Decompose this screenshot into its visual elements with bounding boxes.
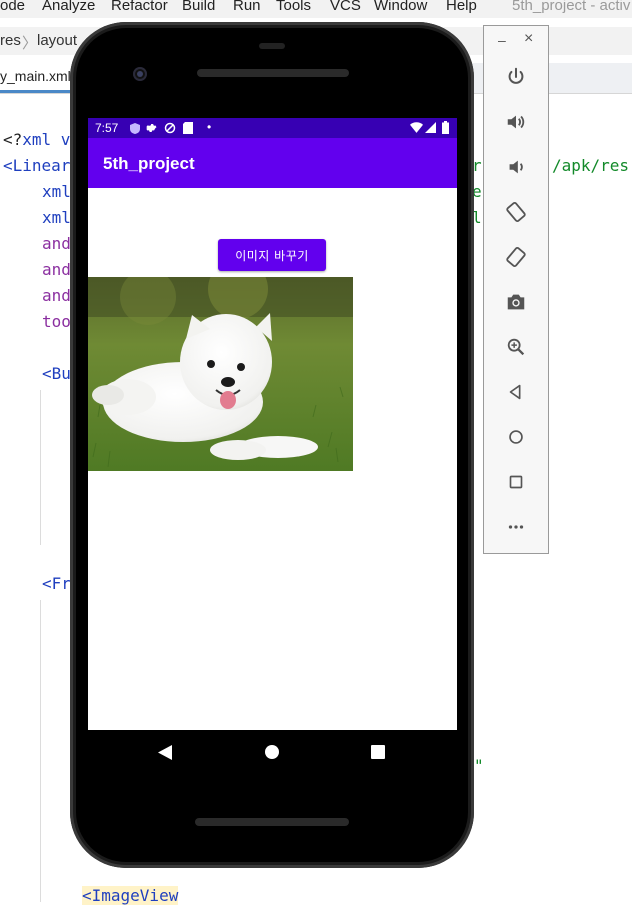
change-image-button[interactable]: 이미지 바꾸기: [218, 239, 326, 271]
menu-build[interactable]: Build: [182, 0, 215, 14]
menu-code[interactable]: ode: [0, 0, 25, 14]
battery-icon: [442, 121, 449, 134]
camera-icon[interactable]: [500, 286, 532, 318]
phone-speaker-bottom: [195, 818, 349, 826]
menu-window[interactable]: Window: [374, 0, 427, 14]
status-bar: 7:57 •: [88, 118, 457, 138]
menu-analyze[interactable]: Analyze: [42, 0, 95, 14]
indent-guide: [40, 390, 41, 545]
code-line-imageview: <ImageView: [82, 886, 179, 905]
menu-refactor[interactable]: Refactor: [111, 0, 168, 14]
more-icon[interactable]: [500, 511, 532, 543]
device-screen: 7:57 • 5th_project 이미지 바꾸기: [88, 118, 457, 730]
code-line-framelayout: <Fr: [42, 574, 71, 593]
power-icon[interactable]: [500, 61, 532, 93]
code-line-1: <?xml v: [3, 130, 71, 149]
phone-sensor: [259, 43, 285, 49]
app-title: 5th_project: [103, 154, 195, 173]
status-time: 7:57: [95, 121, 119, 135]
signal-icon: [425, 122, 436, 133]
breadcrumb-res[interactable]: res: [0, 32, 21, 49]
code-line-2: <Linear: [3, 156, 71, 175]
navigation-bar: [88, 730, 457, 774]
rotate-right-icon[interactable]: [500, 241, 532, 273]
volume-down-icon[interactable]: [500, 151, 532, 183]
breadcrumb-separator-icon: 〉: [22, 35, 38, 52]
code-line-5: and: [42, 234, 71, 253]
home-icon[interactable]: [500, 421, 532, 453]
wifi-icon: [410, 122, 423, 133]
app-bar: 5th_project: [88, 138, 457, 188]
puppy-image: [88, 277, 353, 471]
menu-vcs[interactable]: VCS: [330, 0, 361, 14]
code-line-7: and: [42, 286, 71, 305]
menu-tools[interactable]: Tools: [276, 0, 311, 14]
menu-help[interactable]: Help: [446, 0, 477, 14]
volume-up-icon[interactable]: [500, 106, 532, 138]
status-dot: •: [207, 120, 212, 134]
sd-card-icon: [183, 122, 193, 134]
data-saver-icon: [164, 122, 176, 134]
shield-icon: [130, 123, 140, 134]
menu-run[interactable]: Run: [233, 0, 261, 14]
front-camera-icon: [133, 67, 147, 81]
overview-icon[interactable]: [500, 466, 532, 498]
back-icon[interactable]: [500, 376, 532, 408]
breadcrumb-layout[interactable]: layout: [37, 32, 77, 49]
indent-guide: [40, 600, 41, 902]
close-button[interactable]: ×: [524, 30, 533, 48]
minimize-button[interactable]: –: [498, 32, 506, 48]
nav-home-icon[interactable]: [265, 745, 279, 759]
zoom-icon[interactable]: [500, 331, 532, 363]
code-line-3: xml: [42, 182, 71, 201]
rotate-left-icon[interactable]: [500, 196, 532, 228]
settings-gear-icon: [146, 124, 157, 132]
nav-back-icon[interactable]: [158, 745, 172, 760]
code-line-4: xml: [42, 208, 71, 227]
code-fragment: /apk/res: [552, 156, 630, 175]
window-title: 5th_project - activ: [512, 0, 631, 14]
code-line-8: too: [42, 312, 71, 331]
code-fragment: ": [474, 756, 484, 775]
code-line-6: and: [42, 260, 71, 279]
emulator-toolbar: – ×: [483, 25, 549, 554]
code-line-button: <Bu: [42, 364, 71, 383]
ide-menubar: ode Analyze Refactor Build Run Tools VCS…: [0, 0, 632, 18]
nav-overview-icon[interactable]: [371, 745, 385, 759]
phone-speaker-top: [197, 69, 349, 77]
tab-activity-main[interactable]: y_main.xml: [0, 63, 74, 93]
